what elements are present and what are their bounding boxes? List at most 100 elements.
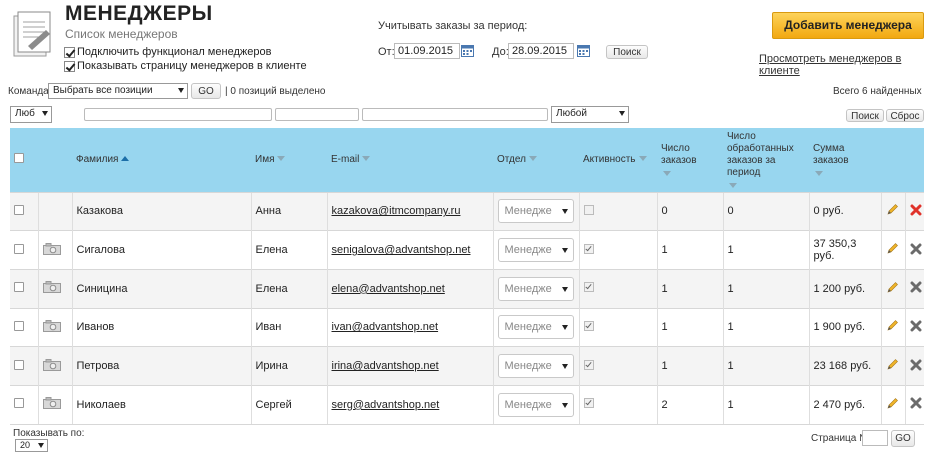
- command-select-value: Выбрать все позиции: [53, 85, 153, 96]
- row-checkbox[interactable]: [14, 243, 24, 254]
- filter-name-input[interactable]: [275, 108, 359, 121]
- row-checkbox[interactable]: [14, 204, 24, 215]
- show-page-checkbox[interactable]: [64, 60, 75, 72]
- row-orders: 1: [656, 307, 723, 347]
- row-email-link[interactable]: senigalova@advantshop.net: [332, 244, 471, 256]
- row-checkbox[interactable]: [14, 320, 24, 331]
- camera-icon[interactable]: [42, 358, 61, 374]
- camera-icon[interactable]: [42, 319, 61, 335]
- filter-surname-input[interactable]: [84, 108, 272, 121]
- header-department[interactable]: Отдел: [493, 128, 579, 192]
- row-checkbox[interactable]: [14, 359, 24, 370]
- delete-icon[interactable]: [910, 359, 922, 374]
- header-name[interactable]: Имя: [251, 128, 327, 192]
- show-page-checkbox-row[interactable]: Показывать страницу менеджеров в клиенте: [64, 60, 307, 72]
- enable-managers-checkbox-row[interactable]: Подключить функционал менеджеров: [64, 46, 271, 58]
- header-email[interactable]: E-mail: [327, 128, 493, 192]
- active-checkbox: [583, 243, 594, 254]
- row-photo[interactable]: [37, 230, 72, 270]
- delete-icon[interactable]: [910, 281, 922, 296]
- row-email-link[interactable]: serg@advantshop.net: [332, 399, 440, 411]
- pencil-icon[interactable]: [886, 204, 899, 219]
- delete-icon[interactable]: [910, 243, 922, 258]
- header-orders[interactable]: Число заказов: [657, 128, 723, 192]
- date-to-input[interactable]: [508, 43, 574, 59]
- row-photo[interactable]: [37, 268, 72, 309]
- camera-icon[interactable]: [42, 397, 61, 412]
- filter-activity-select[interactable]: Любой: [551, 106, 629, 123]
- filter-search-button[interactable]: Поиск: [846, 109, 884, 122]
- header-active[interactable]: Активность: [579, 128, 657, 192]
- filter-select-first[interactable]: Люб: [10, 106, 52, 123]
- department-select[interactable]: Менедже: [497, 315, 574, 340]
- pencil-icon[interactable]: [886, 243, 899, 258]
- row-email-link[interactable]: elena@advantshop.net: [332, 283, 445, 295]
- camera-icon[interactable]: [42, 242, 61, 258]
- row-sum: 0 руб.: [808, 191, 881, 231]
- row-select[interactable]: [10, 191, 38, 231]
- row-select[interactable]: [10, 307, 38, 347]
- row-photo[interactable]: [37, 307, 72, 347]
- department-select[interactable]: Менедже: [497, 392, 574, 417]
- department-select[interactable]: Менедже: [497, 354, 574, 379]
- camera-icon[interactable]: [42, 281, 61, 296]
- header-sum[interactable]: Сумма заказов: [809, 128, 881, 192]
- row-checkbox[interactable]: [14, 282, 24, 293]
- date-from-input[interactable]: [394, 43, 460, 59]
- command-select[interactable]: Выбрать все позиции: [48, 83, 188, 99]
- page-number-input[interactable]: [862, 430, 888, 446]
- row-active-cell: [578, 268, 657, 309]
- row-email-cell: irina@advantshop.net: [326, 346, 493, 386]
- pencil-icon[interactable]: [886, 320, 899, 335]
- active-checkbox: [583, 282, 594, 293]
- row-select[interactable]: [10, 230, 38, 270]
- command-label: Команда:: [8, 86, 52, 97]
- row-photo[interactable]: [37, 384, 72, 425]
- row-photo[interactable]: [37, 346, 72, 386]
- row-surname: Казакова: [71, 191, 251, 231]
- row-email-link[interactable]: irina@advantshop.net: [332, 360, 439, 372]
- calendar-icon[interactable]: [577, 44, 590, 57]
- row-select[interactable]: [10, 346, 38, 386]
- delete-icon[interactable]: [910, 320, 922, 335]
- table-row: Петрова Ирина irina@advantshop.net Менедже 1…: [10, 346, 924, 386]
- period-search-button[interactable]: Поиск: [606, 45, 648, 59]
- chevron-down-icon: [619, 111, 625, 116]
- filter-reset-button[interactable]: Сброс: [886, 109, 924, 122]
- delete-icon[interactable]: [910, 204, 922, 219]
- row-checkbox[interactable]: [14, 398, 24, 409]
- enable-managers-checkbox[interactable]: [64, 46, 75, 58]
- chevron-down-icon: [561, 325, 568, 331]
- row-orders: 2: [656, 384, 723, 425]
- filter-activity-value: Любой: [556, 108, 587, 119]
- header-select-all[interactable]: [10, 128, 38, 192]
- table-row: Иванов Иван ivan@advantshop.net Менедже 1 1 1 …: [10, 307, 924, 347]
- pencil-icon[interactable]: [886, 359, 899, 374]
- filter-email-input[interactable]: [362, 108, 548, 121]
- row-email-link[interactable]: kazakova@itmcompany.ru: [332, 205, 461, 217]
- department-select[interactable]: Менедже: [497, 238, 574, 263]
- view-managers-link[interactable]: Просмотреть менеджеров в клиенте: [759, 53, 940, 77]
- page-go-button[interactable]: GO: [891, 430, 915, 447]
- page-size-select[interactable]: 20: [15, 439, 48, 452]
- chevron-down-icon: [561, 364, 568, 370]
- row-select[interactable]: [10, 268, 38, 309]
- pencil-icon[interactable]: [886, 397, 899, 413]
- select-all-checkbox[interactable]: [14, 152, 24, 163]
- chevron-down-icon: [178, 88, 184, 93]
- calendar-icon[interactable]: [461, 44, 474, 57]
- active-checkbox: [583, 320, 594, 331]
- row-email-link[interactable]: ivan@advantshop.net: [332, 321, 439, 333]
- row-processed: 1: [722, 384, 809, 425]
- department-select[interactable]: Менедже: [497, 199, 574, 224]
- delete-icon[interactable]: [910, 397, 922, 412]
- add-manager-button[interactable]: Добавить менеджера: [772, 12, 924, 39]
- header-processed[interactable]: Число обработанных заказов за период: [723, 128, 809, 192]
- department-select[interactable]: Менедже: [497, 276, 574, 301]
- active-checkbox: [583, 398, 594, 409]
- row-select[interactable]: [10, 384, 38, 425]
- command-go-button[interactable]: GO: [191, 83, 221, 99]
- chevron-down-icon: [561, 209, 568, 215]
- pencil-icon[interactable]: [886, 281, 899, 297]
- header-surname[interactable]: Фамилия: [72, 128, 251, 192]
